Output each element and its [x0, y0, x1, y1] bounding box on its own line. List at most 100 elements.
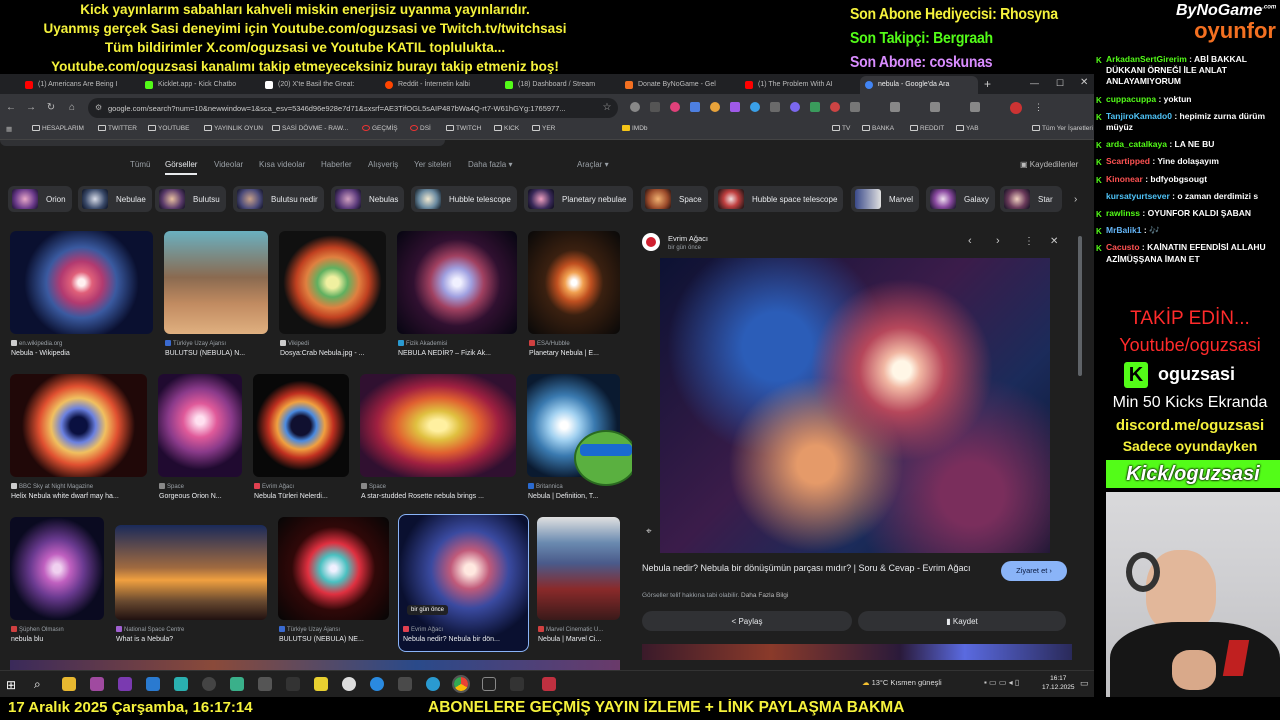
tab-more[interactable]: Daha fazla ▾ — [468, 160, 512, 169]
result-caption[interactable]: Vikipedi Dosya:Crab Nebula.jpg - ... — [280, 340, 386, 357]
browser-tab-active[interactable]: nebula - Google'da Ara — [860, 76, 978, 94]
menu-kebab-icon[interactable]: ⋮ — [1034, 102, 1043, 113]
chip[interactable]: Bulutsu nedir — [233, 186, 324, 212]
lens-icon[interactable]: ⌖ — [646, 526, 652, 537]
maximize-icon[interactable]: ☐ — [1056, 78, 1064, 89]
tab-videos[interactable]: Videolar — [214, 160, 243, 169]
address-bar[interactable]: ⚙ google.com/search?num=10&newwindow=1&sc… — [88, 98, 618, 118]
close-window-icon[interactable]: ✕ — [1080, 77, 1088, 88]
extension-icon[interactable] — [830, 102, 840, 112]
image-result[interactable] — [158, 374, 242, 477]
chip[interactable]: Star — [1000, 186, 1062, 212]
extension-icon[interactable] — [690, 102, 700, 112]
bookmark-link[interactable]: GEÇMİŞ — [362, 125, 398, 132]
app-icon[interactable] — [314, 677, 328, 691]
app-icon[interactable] — [542, 677, 556, 691]
browser-tab[interactable]: (1) The Problem With AI — [740, 76, 858, 94]
app-icon[interactable] — [482, 677, 496, 691]
source-name[interactable]: Evrim Ağacı — [668, 234, 708, 243]
chip[interactable]: Orion — [8, 186, 72, 212]
app-icon[interactable] — [230, 677, 244, 691]
bookmark-star-icon[interactable]: ☆ — [602, 103, 612, 113]
bookmark-folder[interactable]: TWITCH — [446, 125, 481, 132]
chip[interactable]: Hubble telescope — [411, 186, 517, 212]
extension-icon[interactable] — [770, 102, 780, 112]
browser-tab[interactable]: Kicklet.app - Kick Chatbo — [140, 76, 258, 94]
extension-icon[interactable] — [670, 102, 680, 112]
result-caption[interactable]: Evrim Ağacı Nebula nedir? Nebula bir dön.… — [403, 626, 525, 643]
learn-more-link[interactable]: Daha Fazla Bilgi — [741, 592, 788, 599]
tools-button[interactable]: Araçlar ▾ — [577, 160, 609, 169]
scrollbar[interactable] — [1078, 236, 1082, 376]
image-result[interactable] — [10, 517, 104, 620]
image-result[interactable] — [10, 374, 147, 477]
image-result[interactable] — [278, 517, 389, 620]
extensions-puzzle-icon[interactable] — [890, 102, 900, 112]
result-caption[interactable]: Türkiye Uzay Ajansı BULUTSU (NEBULA) N... — [165, 340, 267, 357]
image-result[interactable] — [115, 525, 267, 620]
new-tab-icon[interactable]: + — [984, 77, 991, 91]
result-caption[interactable]: Fizik Akademisi NEBULA NEDİR? – Fizik Ak.… — [398, 340, 516, 357]
bookmark-folder[interactable]: SASİ DÖVME - RAW... — [272, 125, 348, 132]
tab-shorts[interactable]: Kısa videolar — [259, 160, 305, 169]
result-caption[interactable]: Space Gorgeous Orion N... — [159, 483, 241, 500]
result-caption[interactable]: en.wikipedia.org Nebula - Wikipedia — [11, 340, 151, 357]
browser-tab[interactable]: Donate ByNoGame - Gel — [620, 76, 738, 94]
chrome-icon[interactable] — [452, 675, 470, 693]
forward-icon[interactable]: → — [26, 103, 36, 113]
bookmark-folder[interactable]: YAB — [956, 125, 979, 132]
image-result[interactable] — [253, 374, 349, 477]
chip[interactable]: Space — [641, 186, 708, 212]
chip[interactable]: Marvel — [851, 186, 920, 212]
start-icon[interactable]: ⊞ — [6, 678, 16, 692]
weather-widget[interactable]: ☁ 13°C Kısmen güneşli — [862, 678, 942, 687]
result-caption[interactable]: Şüphen Olmasın nebula blu — [11, 626, 103, 643]
browser-tab[interactable]: Reddit - İnternetin kalbi — [380, 76, 498, 94]
chevron-right-icon[interactable]: › — [1074, 194, 1077, 205]
notification-icon[interactable]: ▭ — [1080, 678, 1089, 689]
camera-icon[interactable] — [258, 677, 272, 691]
result-caption[interactable]: Britannica Nebula | Definition, T... — [528, 483, 618, 500]
app-icon[interactable] — [510, 677, 524, 691]
extension-icon[interactable] — [850, 102, 860, 112]
file-explorer-icon[interactable] — [62, 677, 76, 691]
chevron-left-icon[interactable]: ‹ — [968, 235, 972, 247]
bookmark-folder[interactable]: REDDIT — [910, 125, 944, 132]
search-icon[interactable]: ⌕ — [34, 677, 41, 692]
chevron-right-icon[interactable]: › — [996, 235, 1000, 247]
bookmark-folder[interactable]: BANKA — [862, 125, 894, 132]
home-icon[interactable]: ⌂ — [67, 103, 77, 113]
chip[interactable]: Bulutsu — [155, 186, 226, 212]
tray-icons[interactable]: ▪ ▭ ▭ ◂ ▯ — [984, 678, 1019, 687]
browser-tab[interactable]: (1) Americans Are Being I — [20, 76, 138, 94]
image-result[interactable] — [528, 231, 620, 334]
profile-avatar[interactable] — [1010, 102, 1022, 114]
preview-image[interactable] — [660, 258, 1050, 553]
result-caption[interactable]: Evrim Ağacı Nebula Türleri Nelerdi... — [254, 483, 349, 500]
browser-tab[interactable]: (20) X'te Basil the Great: — [260, 76, 378, 94]
save-button[interactable]: ▮ Kaydet — [858, 611, 1066, 631]
image-result[interactable] — [537, 517, 620, 620]
sidebar-icon[interactable] — [970, 102, 980, 112]
result-caption[interactable]: Türkiye Uzay Ajansı BULUTSU (NEBULA) NE..… — [279, 626, 389, 643]
app-icon[interactable] — [398, 677, 412, 691]
apps-grid-icon[interactable]: ▦ — [6, 125, 12, 133]
app-icon[interactable] — [286, 677, 300, 691]
chip[interactable]: Hubble space telescope — [714, 186, 844, 212]
bookmark-folder[interactable]: YAYINLIK OYUN — [204, 125, 263, 132]
extension-icon[interactable] — [710, 102, 720, 112]
result-title[interactable]: Nebula nedir? Nebula bir dönüşümün parça… — [642, 562, 992, 574]
bookmark-folder[interactable]: TWITTER — [98, 125, 137, 132]
extension-icon[interactable] — [790, 102, 800, 112]
back-icon[interactable]: ← — [6, 103, 16, 113]
chip[interactable]: Galaxy — [926, 186, 995, 212]
image-result[interactable] — [360, 374, 516, 477]
close-icon[interactable]: ✕ — [1050, 236, 1058, 247]
bookmark-link[interactable]: DSİ — [410, 125, 431, 132]
bookmark-link[interactable]: IMDb — [622, 125, 648, 132]
tab-shopping[interactable]: Alışveriş — [368, 160, 398, 169]
chip[interactable]: Planetary nebulae — [524, 186, 633, 212]
result-caption[interactable]: National Space Centre What is a Nebula? — [116, 626, 266, 643]
result-caption[interactable]: Space A star-studded Rosette nebula bring… — [361, 483, 516, 500]
extension-icon[interactable] — [750, 102, 760, 112]
